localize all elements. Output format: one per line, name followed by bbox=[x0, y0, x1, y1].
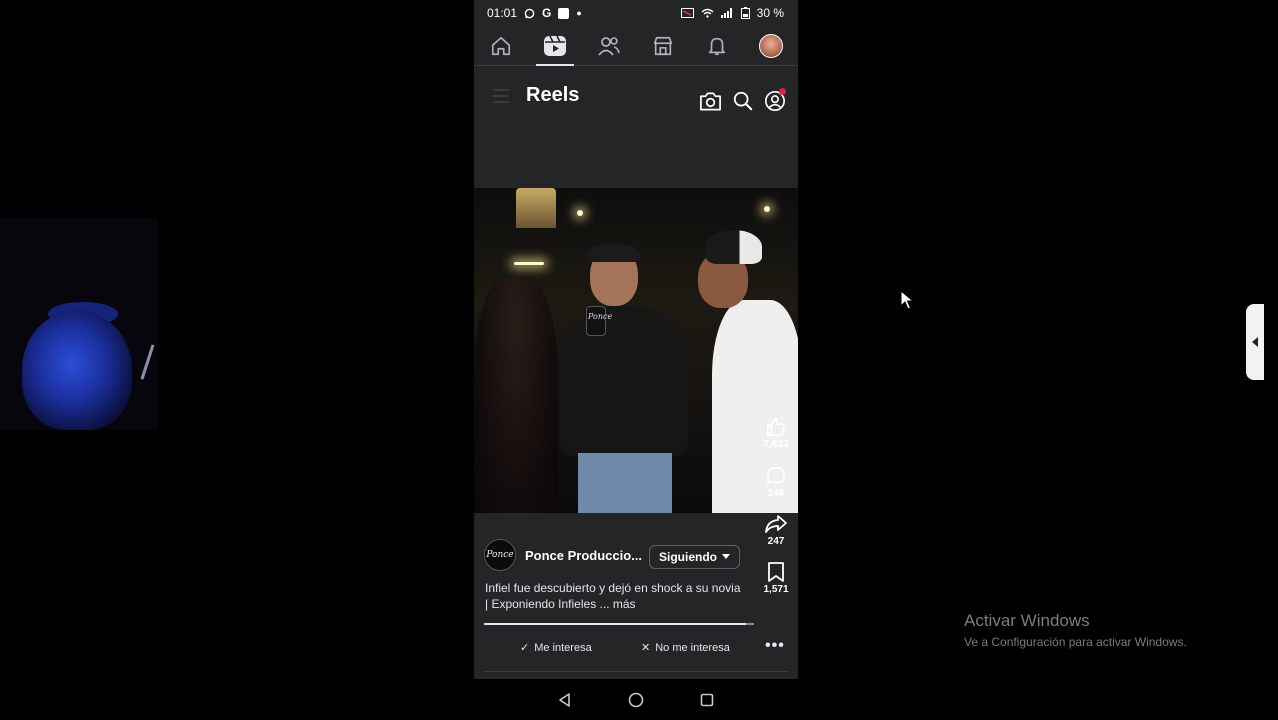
divider bbox=[484, 671, 788, 672]
notification-dot bbox=[779, 88, 786, 95]
author-avatar: Ponce bbox=[484, 539, 516, 571]
reel-video[interactable]: Ponce bbox=[474, 188, 798, 513]
share-count: 247 bbox=[767, 536, 785, 547]
save-button[interactable]: 1,571 bbox=[763, 561, 789, 595]
mouse-cursor-icon bbox=[900, 290, 914, 310]
video-light bbox=[577, 210, 583, 216]
dot-icon: ● bbox=[576, 8, 582, 18]
search-icon[interactable] bbox=[732, 90, 754, 112]
avatar bbox=[759, 33, 783, 58]
wifi-icon bbox=[701, 8, 714, 18]
video-light bbox=[764, 206, 770, 212]
reel-actions: 7,623 146 247 1,571 bbox=[756, 416, 796, 595]
home-tab[interactable] bbox=[481, 26, 521, 66]
camera-icon[interactable] bbox=[699, 90, 722, 112]
following-button[interactable]: Siguiendo bbox=[649, 545, 740, 569]
back-icon[interactable] bbox=[558, 692, 572, 707]
google-icon: G bbox=[542, 6, 552, 20]
save-count: 1,571 bbox=[763, 584, 789, 595]
cast-icon bbox=[680, 8, 694, 18]
status-time: 01:01 bbox=[487, 6, 518, 20]
not-interested-button[interactable]: ✕ No me interesa bbox=[641, 641, 730, 655]
home-icon bbox=[491, 36, 511, 55]
bookmark-icon bbox=[768, 562, 784, 582]
marketplace-tab[interactable] bbox=[643, 26, 683, 66]
chevron-left-icon bbox=[1251, 337, 1258, 347]
share-icon bbox=[765, 515, 787, 533]
reel-caption[interactable]: Infiel fue descubierto y dejó en shock a… bbox=[485, 580, 745, 612]
webcam-face bbox=[22, 310, 132, 430]
recents-icon[interactable] bbox=[700, 693, 714, 707]
video-progress-fill bbox=[484, 623, 746, 625]
reels-tab[interactable] bbox=[535, 26, 575, 67]
share-button[interactable]: 247 bbox=[764, 513, 788, 547]
activation-title: Activar Windows bbox=[964, 611, 1090, 630]
reel-info-panel: Ponce Ponce Produccio... Siguiendo Infie… bbox=[474, 513, 798, 679]
check-icon: ✓ bbox=[520, 642, 530, 654]
activation-subtitle: Ve a Configuración para activar Windows. bbox=[964, 635, 1187, 649]
video-light bbox=[514, 262, 544, 265]
whatsapp-icon bbox=[524, 8, 535, 18]
video-background-building bbox=[516, 188, 556, 228]
like-count: 7,623 bbox=[763, 439, 789, 450]
page-title: Reels bbox=[526, 84, 580, 106]
marketplace-icon bbox=[653, 36, 673, 55]
phone-screen: 01:01 G ● 30 % Reels Ponce Ponce Ponce P… bbox=[474, 0, 798, 720]
friends-tab[interactable] bbox=[589, 26, 629, 66]
windows-activation-watermark: Activar Windows Ve a Configuración para … bbox=[964, 611, 1187, 649]
webcam-overlay bbox=[0, 218, 158, 430]
not-interested-label: No me interesa bbox=[655, 641, 730, 654]
more-options-button[interactable]: ••• bbox=[765, 637, 785, 655]
menu-icon[interactable] bbox=[492, 88, 510, 104]
notifications-tab[interactable] bbox=[697, 26, 737, 66]
reels-header: Reels bbox=[474, 66, 798, 188]
webcam-microphone bbox=[140, 344, 155, 380]
following-label: Siguiendo bbox=[659, 550, 717, 564]
comment-button[interactable]: 146 bbox=[765, 465, 787, 499]
thumbs-up-icon bbox=[766, 417, 785, 437]
video-person-center bbox=[560, 244, 690, 513]
video-microphone bbox=[586, 306, 606, 336]
battery-level: 30 % bbox=[756, 6, 784, 20]
signal-icon bbox=[720, 8, 732, 18]
top-nav-tabs bbox=[474, 26, 798, 67]
feedback-row: ✓ Me interesa ✕ No me interesa ••• bbox=[474, 637, 798, 661]
microphone-logo: Ponce bbox=[588, 312, 613, 321]
reel-author[interactable]: Ponce Ponce Produccio... bbox=[484, 539, 642, 571]
reels-icon bbox=[544, 35, 566, 56]
author-name: Ponce Produccio... bbox=[525, 547, 643, 563]
side-drawer-handle[interactable] bbox=[1246, 304, 1264, 380]
android-nav-bar bbox=[474, 679, 798, 720]
video-progress-bar[interactable] bbox=[484, 623, 754, 625]
battery-icon bbox=[740, 7, 750, 19]
profile-tab[interactable] bbox=[751, 26, 791, 66]
bell-icon bbox=[708, 37, 726, 55]
home-button-icon[interactable] bbox=[628, 692, 644, 708]
interested-button[interactable]: ✓ Me interesa bbox=[520, 641, 592, 655]
interested-label: Me interesa bbox=[534, 641, 592, 654]
like-button[interactable]: 7,623 bbox=[763, 416, 789, 450]
chevron-down-icon bbox=[722, 554, 730, 559]
comment-count: 146 bbox=[767, 488, 785, 499]
friends-icon bbox=[598, 36, 620, 56]
square-icon bbox=[558, 7, 570, 19]
close-icon: ✕ bbox=[641, 642, 651, 654]
video-person-interviewer bbox=[474, 276, 558, 513]
status-bar: 01:01 G ● 30 % bbox=[474, 0, 798, 26]
comment-icon bbox=[766, 466, 786, 485]
